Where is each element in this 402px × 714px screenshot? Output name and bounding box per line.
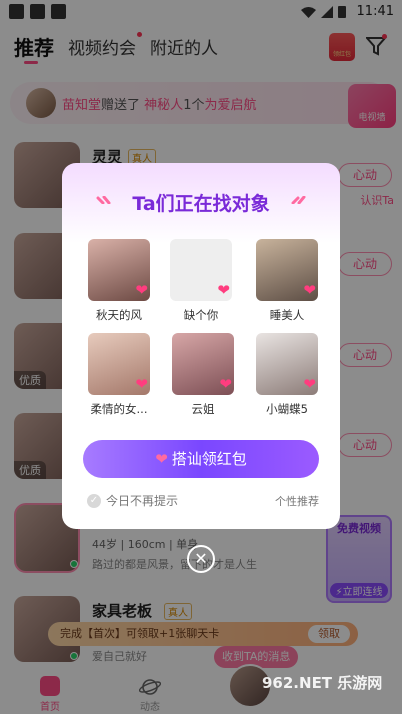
heart-icon[interactable]: ❤ <box>303 375 316 393</box>
match-card[interactable]: ❤ 柔情的女... <box>88 333 150 417</box>
close-icon[interactable]: ✕ <box>187 545 215 573</box>
check-icon[interactable]: ✓ <box>87 493 101 508</box>
heart-icon[interactable]: ❤ <box>219 375 232 393</box>
match-photo[interactable]: ❤ <box>256 239 318 301</box>
match-photo[interactable]: ❤ <box>88 239 150 301</box>
heart-icon: ❤ <box>155 450 168 468</box>
match-name: 睡美人 <box>269 308 305 322</box>
match-name: 缺个你 <box>183 308 219 322</box>
watermark-logo: 962.NET 乐游网 <box>262 664 398 704</box>
heart-icon[interactable]: ❤ <box>135 281 148 299</box>
no-show-label: 今日不再提示 <box>106 494 179 508</box>
match-name: 柔情的女... <box>90 402 148 416</box>
match-card[interactable]: ❤ 小蝴蝶5 <box>256 333 318 417</box>
match-name: 秋天的风 <box>96 308 142 322</box>
match-card[interactable]: ❤ 云姐 <box>172 333 234 417</box>
match-photo[interactable]: ❤ <box>172 333 234 395</box>
match-card[interactable]: ❤ 秋天的风 <box>88 239 150 323</box>
cta-label: 搭讪领红包 <box>171 450 247 468</box>
heart-icon[interactable]: ❤ <box>217 281 230 299</box>
personal-recommend-link[interactable]: 个性推荐 <box>275 493 319 509</box>
heart-icon[interactable]: ❤ <box>135 375 148 393</box>
match-card[interactable]: ❤ 缺个你 <box>170 239 232 323</box>
no-show-today-toggle[interactable]: ✓ 今日不再提示 <box>87 492 178 509</box>
match-photo[interactable]: ❤ <box>170 239 232 301</box>
match-photo[interactable]: ❤ <box>256 333 318 395</box>
title-decoration-icon <box>291 196 306 204</box>
heart-icon[interactable]: ❤ <box>303 281 316 299</box>
match-name: 小蝴蝶5 <box>266 402 308 416</box>
match-card[interactable]: ❤ 睡美人 <box>256 239 318 323</box>
match-modal: Ta们正在找对象 ❤ 秋天的风 ❤ 缺个你 ❤ 睡美人 ❤ 柔情的女... ❤ … <box>62 163 340 529</box>
watermark-text: 962.NET 乐游网 <box>262 674 383 692</box>
match-name: 云姐 <box>191 402 215 416</box>
chat-red-packet-button[interactable]: ❤ 搭讪领红包 <box>83 440 319 478</box>
match-photo[interactable]: ❤ <box>88 333 150 395</box>
